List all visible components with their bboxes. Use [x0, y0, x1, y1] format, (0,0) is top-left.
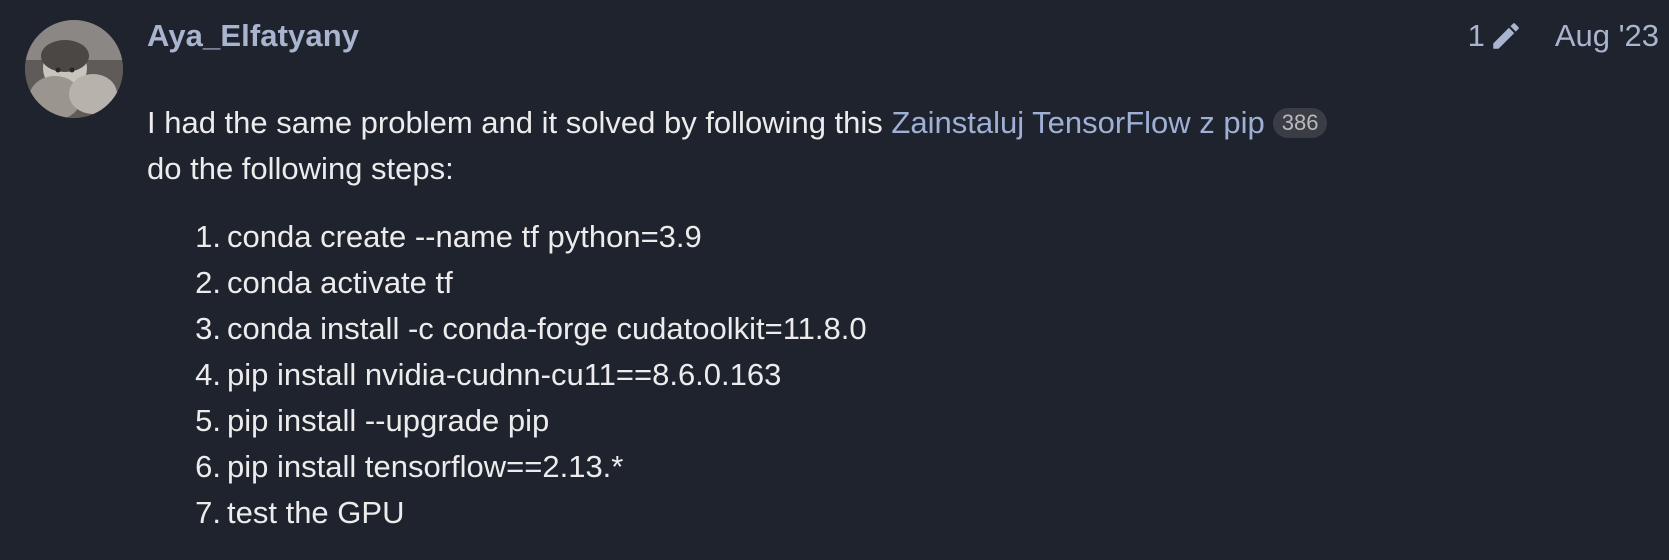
- step-number: 2.: [195, 265, 221, 300]
- edit-count: 1: [1467, 18, 1485, 53]
- step-number: 1.: [195, 219, 221, 254]
- link-click-count-badge: 386: [1272, 108, 1328, 138]
- avatar-image: [25, 20, 123, 118]
- edit-history-button[interactable]: 1: [1468, 18, 1523, 54]
- pencil-icon: [1489, 19, 1523, 53]
- intro-paragraph: I had the same problem and it solved by …: [147, 100, 1649, 192]
- steps-intro-text: do the following steps:: [147, 151, 454, 186]
- tensorflow-install-link[interactable]: Zainstaluj TensorFlow z pip: [891, 105, 1264, 140]
- step-text: test the GPU: [227, 495, 405, 530]
- step-text: pip install tensorflow==2.13.*: [227, 449, 624, 484]
- step-number: 5.: [195, 403, 221, 438]
- list-item: 4. pip install nvidia-cudnn-cu11==8.6.0.1…: [195, 352, 1649, 398]
- step-text: pip install --upgrade pip: [227, 403, 550, 438]
- list-item: 5. pip install --upgrade pip: [195, 398, 1649, 444]
- step-number: 6.: [195, 449, 221, 484]
- list-item: 7. test the GPU: [195, 490, 1649, 536]
- step-number: 3.: [195, 311, 221, 346]
- list-item: 1. conda create --name tf python=3.9: [195, 214, 1649, 260]
- step-text: conda install -c conda-forge cudatoolkit…: [227, 311, 867, 346]
- list-item: 3. conda install -c conda-forge cudatoolk…: [195, 306, 1649, 352]
- username[interactable]: Aya_Elfatyany: [147, 18, 359, 54]
- avatar[interactable]: [25, 20, 123, 118]
- intro-text: I had the same problem and it solved by …: [147, 105, 892, 140]
- post-meta: 1 Aug '23: [1468, 18, 1659, 54]
- list-item: 2. conda activate tf: [195, 260, 1649, 306]
- step-number: 7.: [195, 495, 221, 530]
- step-text: conda create --name tf python=3.9: [227, 219, 702, 254]
- step-text: conda activate tf: [227, 265, 453, 300]
- list-item: 6. pip install tensorflow==2.13.*: [195, 444, 1649, 490]
- step-number: 4.: [195, 357, 221, 392]
- post-body: I had the same problem and it solved by …: [147, 100, 1649, 536]
- post-header: Aya_Elfatyany 1 Aug '23: [147, 14, 1659, 62]
- step-text: pip install nvidia-cudnn-cu11==8.6.0.163: [227, 357, 782, 392]
- forum-post: Aya_Elfatyany 1 Aug '23 I had the same p…: [0, 0, 1669, 560]
- post-date[interactable]: Aug '23: [1555, 18, 1659, 54]
- steps-list: 1. conda create --name tf python=3.9 2. co…: [147, 214, 1649, 536]
